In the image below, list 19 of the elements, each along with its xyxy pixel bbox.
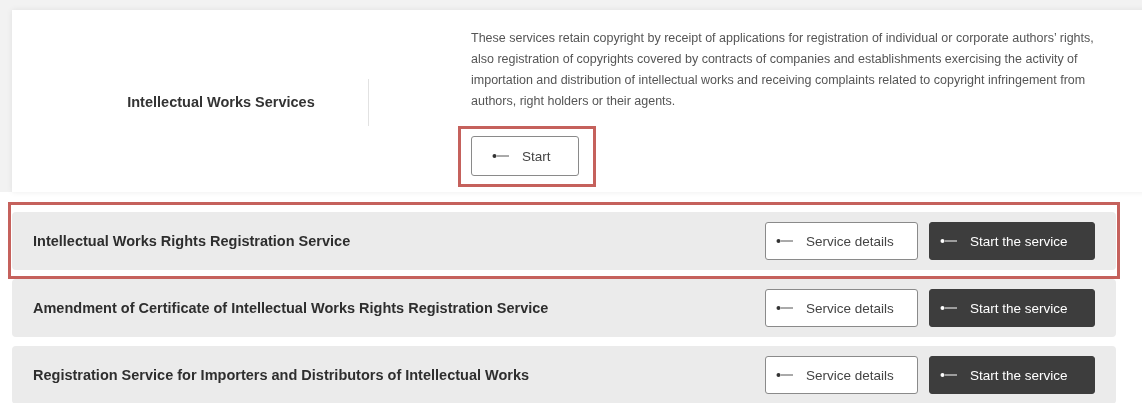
dot-dash-icon [776, 372, 794, 378]
service-details-button[interactable]: Service details [765, 222, 918, 260]
dot-dash-icon [492, 153, 510, 159]
service-details-button[interactable]: Service details [765, 289, 918, 327]
start-service-button[interactable]: Start the service [929, 289, 1095, 327]
dot-dash-icon [940, 305, 958, 311]
dot-dash-icon [940, 238, 958, 244]
section-description: These services retain copyright by receipt of applications for registration of individual or corporate authors’ rights, also registration of copyrights covered by contracts of companies and establishments exercising the activity of importation and distribution of intellectual works and receiving complaints related to copyright infringement from authors, right holders or their agents. [471, 30, 1095, 110]
service-title: Intellectual Works Rights Registration Service [33, 233, 352, 249]
service-title: Registration Service for Importers and Distributors of Intellectual Works [33, 367, 531, 383]
section-title: Intellectual Works Services [127, 94, 315, 110]
start-service-button[interactable]: Start the service [929, 356, 1095, 394]
service-details-button[interactable]: Service details [765, 356, 918, 394]
dot-dash-icon [776, 305, 794, 311]
dot-dash-icon [776, 238, 794, 244]
dot-dash-icon [940, 372, 958, 378]
start-button[interactable]: Start [471, 136, 579, 176]
start-service-button[interactable]: Start the service [929, 222, 1095, 260]
service-title: Amendment of Certificate of Intellectual Works Rights Registration Service [33, 300, 550, 316]
